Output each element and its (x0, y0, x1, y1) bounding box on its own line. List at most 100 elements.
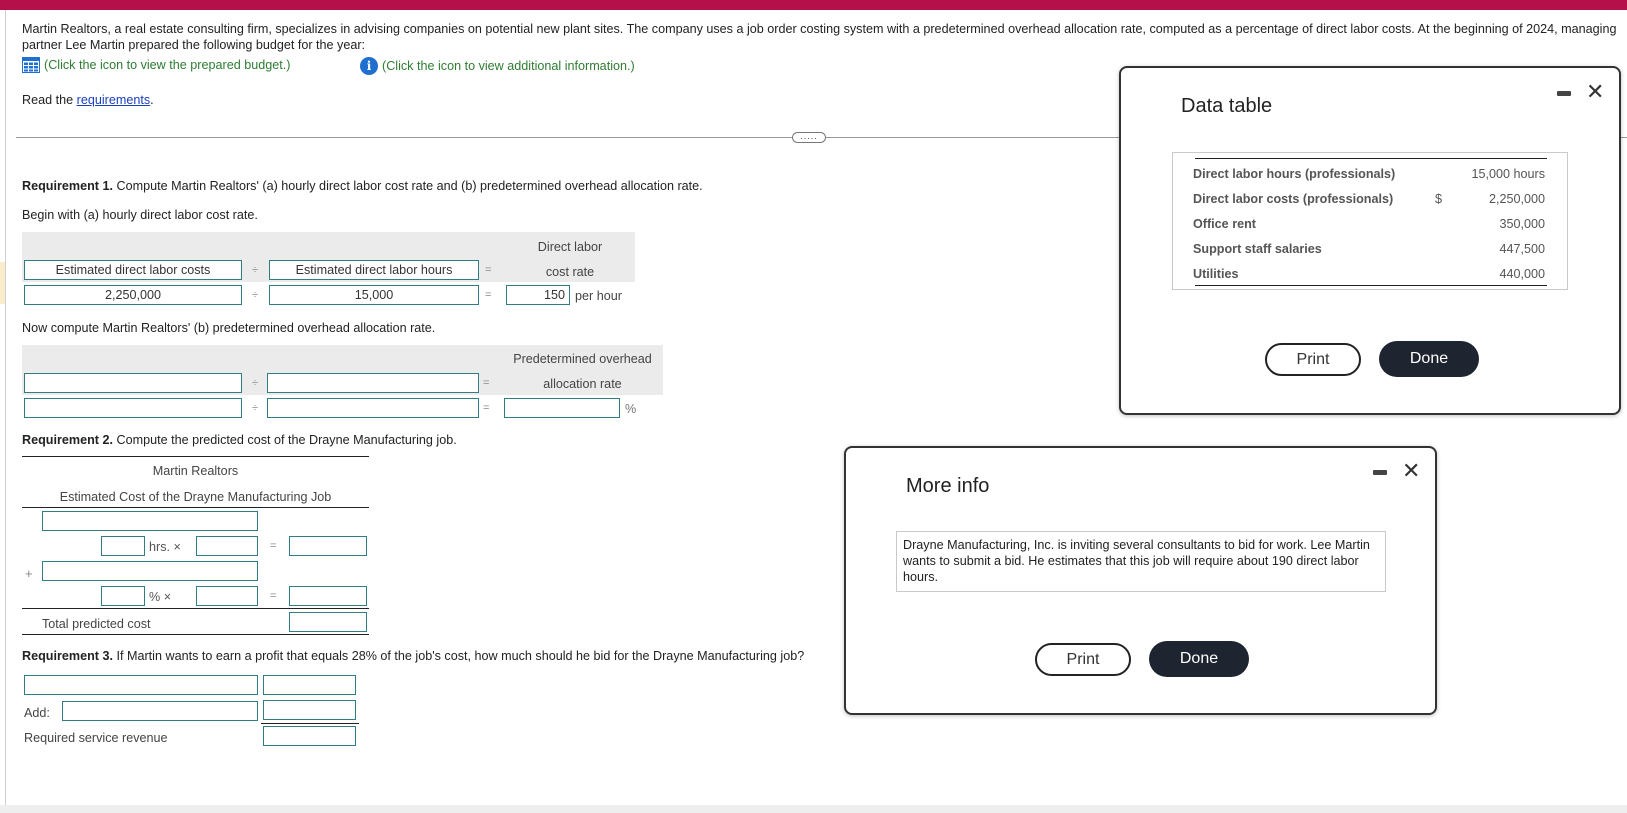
percent-times-label: % × (149, 590, 172, 604)
req3-row1-value-input[interactable] (263, 675, 356, 695)
part-b-header-mid-input[interactable] (267, 373, 479, 393)
left-border (5, 10, 6, 805)
minimize-icon[interactable] (1557, 91, 1571, 96)
hours-times-label: hrs. × (149, 540, 181, 554)
row-label: Direct labor hours (professionals) (1193, 167, 1396, 181)
part-b-value-left-input[interactable] (24, 398, 242, 418)
row-label: Direct labor costs (professionals) (1193, 192, 1394, 206)
data-table-print-button[interactable]: Print (1265, 343, 1361, 376)
requirements-link[interactable]: requirements (77, 93, 151, 107)
row-value: 447,500 (1499, 242, 1545, 256)
part-a-result-unit: per hour (575, 289, 622, 303)
divide-sign: ÷ (252, 402, 259, 414)
equals-sign: = (270, 540, 277, 552)
view-budget-text[interactable]: (Click the icon to view the prepared bud… (44, 58, 290, 72)
part-a-header-mid-input[interactable]: Estimated direct labor hours (269, 260, 479, 280)
part-a-header-left-input[interactable]: Estimated direct labor costs (24, 260, 242, 280)
statement-title: Estimated Cost of the Drayne Manufacturi… (59, 490, 332, 504)
bottom-bar (0, 805, 1627, 813)
req2-rate-input[interactable] (196, 536, 258, 556)
part-a-prompt: Begin with (a) hourly direct labor cost … (22, 208, 258, 222)
table-grid-icon (22, 57, 40, 73)
subtotal-rule (22, 608, 369, 609)
row-value: 440,000 (1499, 267, 1545, 281)
part-a-value-left-input[interactable]: 2,250,000 (24, 285, 242, 305)
statement-title-rule (22, 507, 369, 508)
equals-sign: = (483, 377, 490, 389)
req2-base-input[interactable] (196, 586, 258, 606)
top-brand-bar (0, 0, 1627, 10)
data-table-done-button[interactable]: Done (1379, 341, 1479, 377)
req2-heading-text: Compute the predicted cost of the Drayne… (112, 433, 457, 447)
part-a-result-label-2: cost rate (545, 265, 595, 279)
info-icon: i (360, 57, 378, 75)
part-b-result-input[interactable] (504, 398, 620, 418)
part-a-result-input[interactable]: 150 (506, 285, 570, 305)
total-predicted-cost-input[interactable] (289, 612, 367, 632)
table-bottom-rule (1195, 285, 1547, 286)
divide-sign: ÷ (252, 264, 259, 276)
data-row: Direct labor costs (professionals) $ 2,2… (1193, 192, 1545, 212)
req2-row1-label-input[interactable] (42, 511, 258, 531)
data-table-title: Data table (1181, 95, 1273, 117)
more-info-text: Drayne Manufacturing, Inc. is inviting s… (896, 531, 1386, 592)
required-service-revenue-label: Required service revenue (24, 731, 168, 745)
close-icon[interactable]: ✕ (1402, 460, 1420, 482)
row-currency: $ (1435, 192, 1443, 206)
row-label: Office rent (1193, 217, 1256, 231)
req1-heading-bold: Requirement 1. (22, 179, 113, 193)
equals-sign: = (483, 402, 490, 414)
expand-ellipsis-button[interactable]: ..... (792, 132, 826, 143)
view-info-link[interactable]: i (Click the icon to view additional inf… (360, 57, 635, 75)
minimize-icon[interactable] (1373, 470, 1387, 475)
req1-heading: Requirement 1. Compute Martin Realtors' … (22, 179, 703, 193)
data-row: Support staff salaries 447,500 (1193, 242, 1545, 262)
req3-add-value-input[interactable] (263, 700, 356, 720)
req3-row1-label-input[interactable] (24, 675, 258, 695)
part-b-value-mid-input[interactable] (267, 398, 479, 418)
view-budget-link[interactable]: (Click the icon to view the prepared bud… (22, 57, 290, 73)
close-icon[interactable]: ✕ (1586, 81, 1604, 103)
focus-marker (0, 262, 5, 304)
req3-heading: Requirement 3. If Martin wants to earn a… (22, 649, 804, 663)
part-a-value-mid-input[interactable]: 15,000 (269, 285, 479, 305)
req3-sum-rule (261, 723, 359, 724)
view-info-text[interactable]: (Click the icon to view additional infor… (382, 59, 635, 73)
req2-heading: Requirement 2. Compute the predicted cos… (22, 433, 457, 447)
total-rule (22, 634, 369, 635)
req2-heading-bold: Requirement 2. (22, 433, 113, 447)
req2-row2-result-input[interactable] (289, 586, 367, 606)
part-b-result-label-2: allocation rate (543, 377, 622, 391)
data-row: Direct labor hours (professionals) 15,00… (1193, 167, 1545, 187)
statement-top-rule (22, 456, 369, 457)
req2-hours-input[interactable] (101, 536, 145, 556)
more-info-title: More info (906, 475, 990, 497)
read-suffix: . (150, 93, 154, 107)
part-b-prompt: Now compute Martin Realtors' (b) predete… (22, 321, 436, 335)
more-info-print-button[interactable]: Print (1035, 643, 1131, 676)
divide-sign: ÷ (252, 377, 259, 389)
part-b-header-left-input[interactable] (24, 373, 242, 393)
plus-sign: + (25, 566, 33, 581)
req3-add-label-input[interactable] (62, 701, 258, 721)
row-value: 350,000 (1499, 217, 1545, 231)
row-label: Utilities (1193, 267, 1239, 281)
divide-sign: ÷ (252, 289, 259, 301)
statement-company: Martin Realtors (152, 464, 239, 478)
part-b-result-label-1: Predetermined overhead (513, 352, 652, 366)
total-predicted-cost-label: Total predicted cost (42, 617, 151, 631)
data-table-box: Direct labor hours (professionals) 15,00… (1172, 152, 1568, 290)
required-service-revenue-input[interactable] (263, 726, 356, 746)
req1-heading-text: Compute Martin Realtors' (a) hourly dire… (112, 179, 703, 193)
req2-row1-result-input[interactable] (289, 536, 367, 556)
problem-intro: Martin Realtors, a real estate consultin… (22, 22, 1617, 52)
req2-percent-input[interactable] (101, 586, 145, 606)
equals-sign: = (485, 264, 492, 276)
part-a-result-label-1: Direct labor (537, 240, 603, 254)
more-info-done-button[interactable]: Done (1149, 641, 1249, 677)
add-label: Add: (24, 706, 50, 720)
table-top-rule (1195, 158, 1547, 159)
data-row: Utilities 440,000 (1193, 267, 1545, 287)
row-value: 15,000 hours (1471, 167, 1545, 181)
req2-row2-label-input[interactable] (42, 561, 258, 581)
